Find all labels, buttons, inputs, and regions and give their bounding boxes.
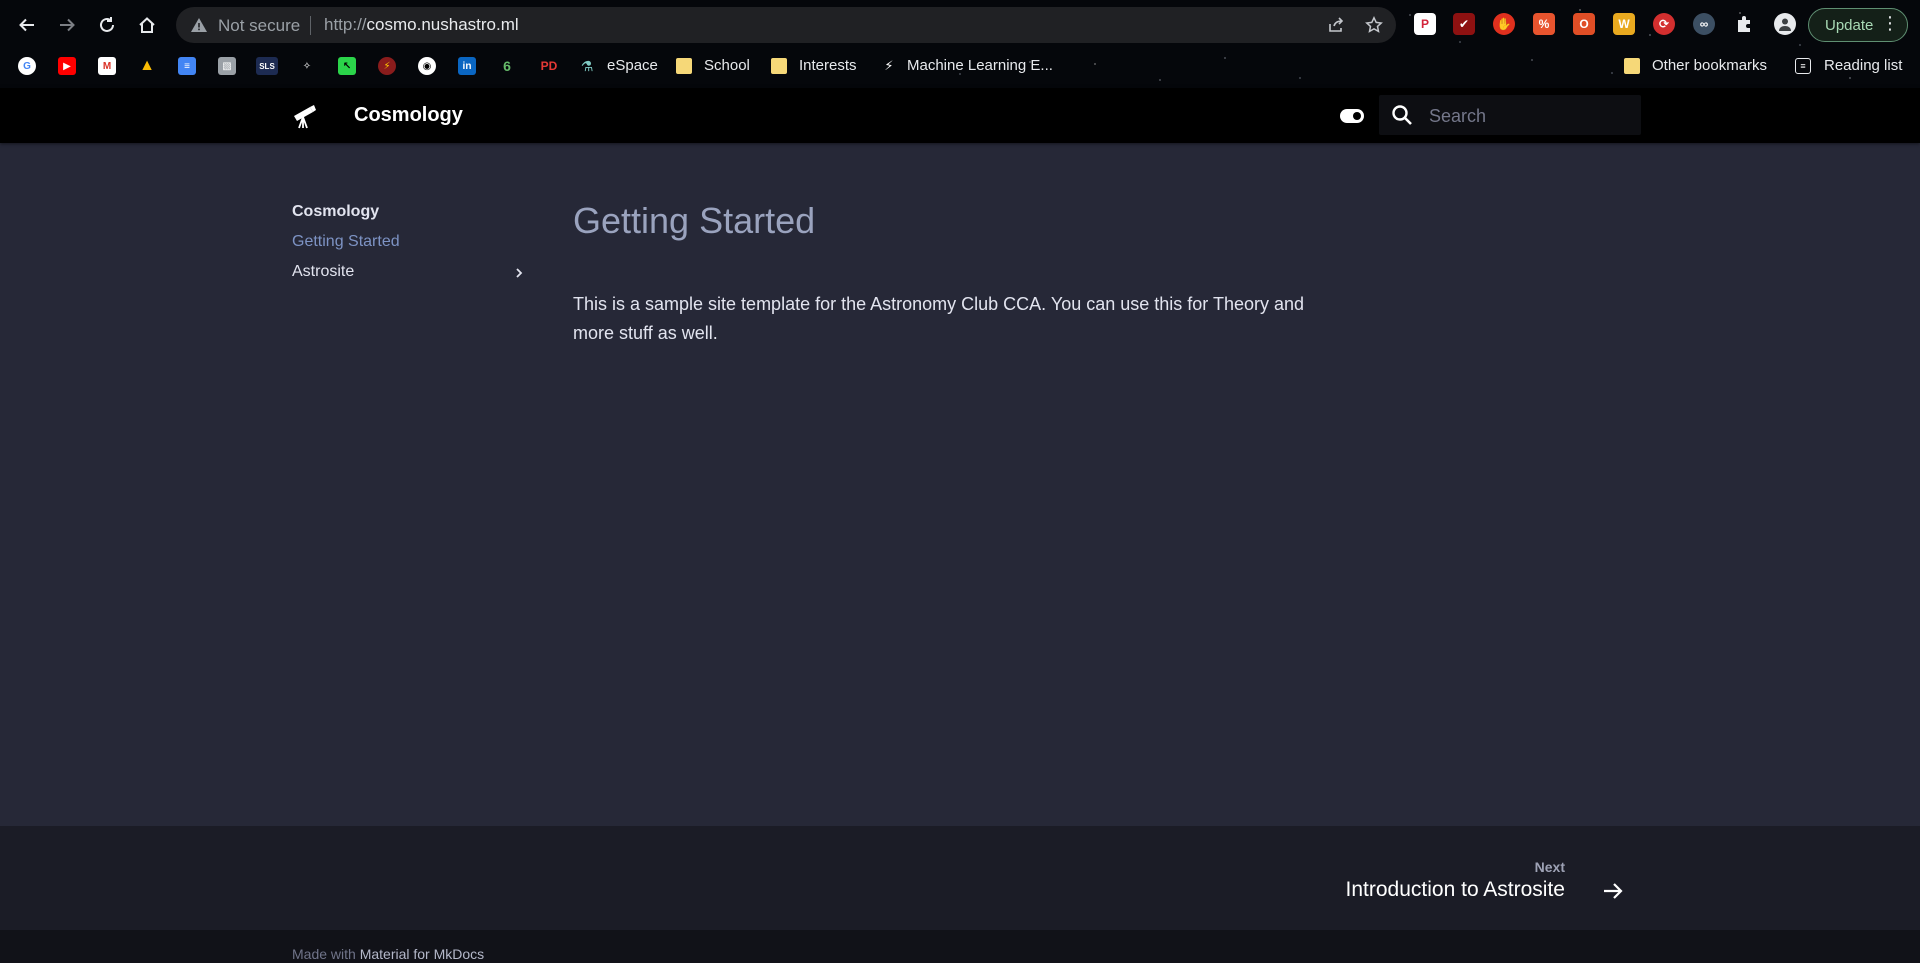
chevron-right-icon[interactable] [512, 266, 526, 280]
home-icon [139, 17, 155, 33]
share-glyph [1329, 17, 1344, 32]
gmail-bookmark-icon[interactable]: M [98, 57, 116, 75]
home-button[interactable] [132, 10, 162, 40]
browser-toolbar: Not secure http://cosmo.nushastro.ml P ✔… [0, 0, 1920, 50]
folder-icon [1624, 58, 1640, 74]
star-glyph [1365, 16, 1383, 33]
pocket-extension-icon[interactable]: P [1414, 13, 1436, 35]
arrow-right-icon [60, 18, 75, 32]
folder-icon [676, 58, 692, 74]
site-header: Cosmology [0, 88, 1920, 143]
pd-bookmark-icon[interactable]: PD [538, 57, 560, 75]
drive-bookmark-icon[interactable]: ▲ [138, 57, 156, 75]
reload-button[interactable] [92, 10, 122, 40]
url-text[interactable]: http://cosmo.nushastro.ml [324, 15, 519, 35]
search-box[interactable] [1379, 95, 1641, 137]
update-label: Update [1825, 16, 1874, 34]
star-bookmark-icon[interactable]: ✧ [298, 57, 316, 75]
url-host: cosmo.nushastro.ml [366, 15, 519, 34]
bookmark-reading-list[interactable]: Reading list [1824, 57, 1902, 74]
puzzle-glyph [1738, 16, 1750, 32]
site-title[interactable]: Cosmology [354, 104, 463, 127]
office-extension-icon[interactable]: O [1573, 13, 1595, 35]
forward-button[interactable] [52, 10, 82, 40]
glasses-extension-icon[interactable]: ∞ [1693, 13, 1715, 35]
security-status[interactable]: Not secure [218, 16, 300, 36]
telescope-logo-icon[interactable] [290, 102, 318, 130]
sidebar-item-astrosite[interactable]: Astrosite [292, 263, 354, 281]
page-title: Getting Started [573, 200, 816, 241]
person-glyph [1779, 18, 1791, 31]
arrow-left-icon [19, 18, 34, 32]
google-bookmark-icon[interactable]: G [18, 57, 36, 75]
sync-extension-icon[interactable]: ⟳ [1653, 13, 1675, 35]
github-bookmark-icon[interactable]: ◉ [418, 57, 436, 75]
arrow-right-icon[interactable] [1601, 879, 1625, 903]
ublock-extension-icon[interactable]: ✔ [1453, 13, 1475, 35]
intro-paragraph: This is a sample site template for the A… [573, 294, 1305, 343]
photo-bookmark-icon[interactable]: ▧ [218, 57, 236, 75]
theme-toggle-icon[interactable] [1340, 109, 1364, 123]
update-button[interactable]: Update ⋮ [1808, 8, 1908, 42]
kebab-menu-icon[interactable]: ⋮ [1881, 14, 1899, 32]
share-icon[interactable] [1324, 13, 1348, 37]
sidebar-item-getting-started[interactable]: Getting Started [292, 233, 400, 251]
bookmark-star-icon[interactable] [1362, 13, 1386, 37]
leaf-bookmark-icon[interactable]: 6 [498, 57, 516, 75]
url-scheme: http:// [324, 15, 367, 34]
next-page-link[interactable]: Introduction to Astrosite [1346, 878, 1565, 902]
footer-meta: Made with Material for MkDocs [0, 930, 1920, 963]
puzzle-extensions-icon[interactable] [1734, 13, 1756, 35]
material-link[interactable]: Material for MkDocs [360, 946, 484, 962]
address-bar[interactable]: Not secure http://cosmo.nushastro.ml [176, 7, 1396, 43]
profile-avatar-icon[interactable] [1774, 13, 1796, 35]
back-button[interactable] [12, 10, 42, 40]
bookmark-other[interactable]: Other bookmarks [1652, 57, 1767, 74]
sls-bookmark-icon[interactable]: SLS [256, 57, 278, 75]
w-extension-icon[interactable]: W [1613, 13, 1635, 35]
bookmark-folder-interests[interactable]: Interests [799, 57, 857, 74]
lightning-bookmark-icon: ⚡ [884, 58, 894, 73]
lab-bookmark-icon[interactable]: ⚗ [578, 57, 596, 75]
reading-list-icon: ≡ [1795, 58, 1811, 74]
bookmark-espace[interactable]: eSpace [607, 57, 658, 74]
next-caption: Next [1534, 859, 1565, 875]
footer-navigation[interactable]: Next Introduction to Astrosite [0, 826, 1920, 930]
bookmark-folder-school[interactable]: School [704, 57, 750, 74]
cursor-bookmark-icon[interactable]: ↖ [338, 57, 356, 75]
made-with-text: Made with Material for MkDocs [292, 946, 484, 962]
folder-icon [771, 58, 787, 74]
percent-extension-icon[interactable]: % [1533, 13, 1555, 35]
reload-icon [100, 17, 114, 32]
search-input[interactable] [1427, 95, 1631, 137]
flash-bookmark-icon[interactable]: ⚡ [378, 57, 396, 75]
stop-extension-icon[interactable]: ✋ [1493, 13, 1515, 35]
youtube-bookmark-icon[interactable]: ▶ [58, 57, 76, 75]
sidebar-title[interactable]: Cosmology [292, 203, 379, 221]
warning-icon[interactable] [190, 16, 208, 34]
search-icon [1392, 105, 1412, 125]
bookmarks-bar: G ▶ M ▲ ≡ ▧ SLS ✧ ↖ ⚡ ◉ in 6 PD ⚗ eSpace… [0, 50, 1920, 82]
docs-bookmark-icon[interactable]: ≡ [178, 57, 196, 75]
bookmark-machine-learning[interactable]: Machine Learning E... [907, 57, 1053, 74]
browser-chrome: Not secure http://cosmo.nushastro.ml P ✔… [0, 0, 1920, 88]
divider [310, 16, 311, 35]
made-with-prefix: Made with [292, 946, 356, 962]
linkedin-bookmark-icon[interactable]: in [458, 57, 476, 75]
